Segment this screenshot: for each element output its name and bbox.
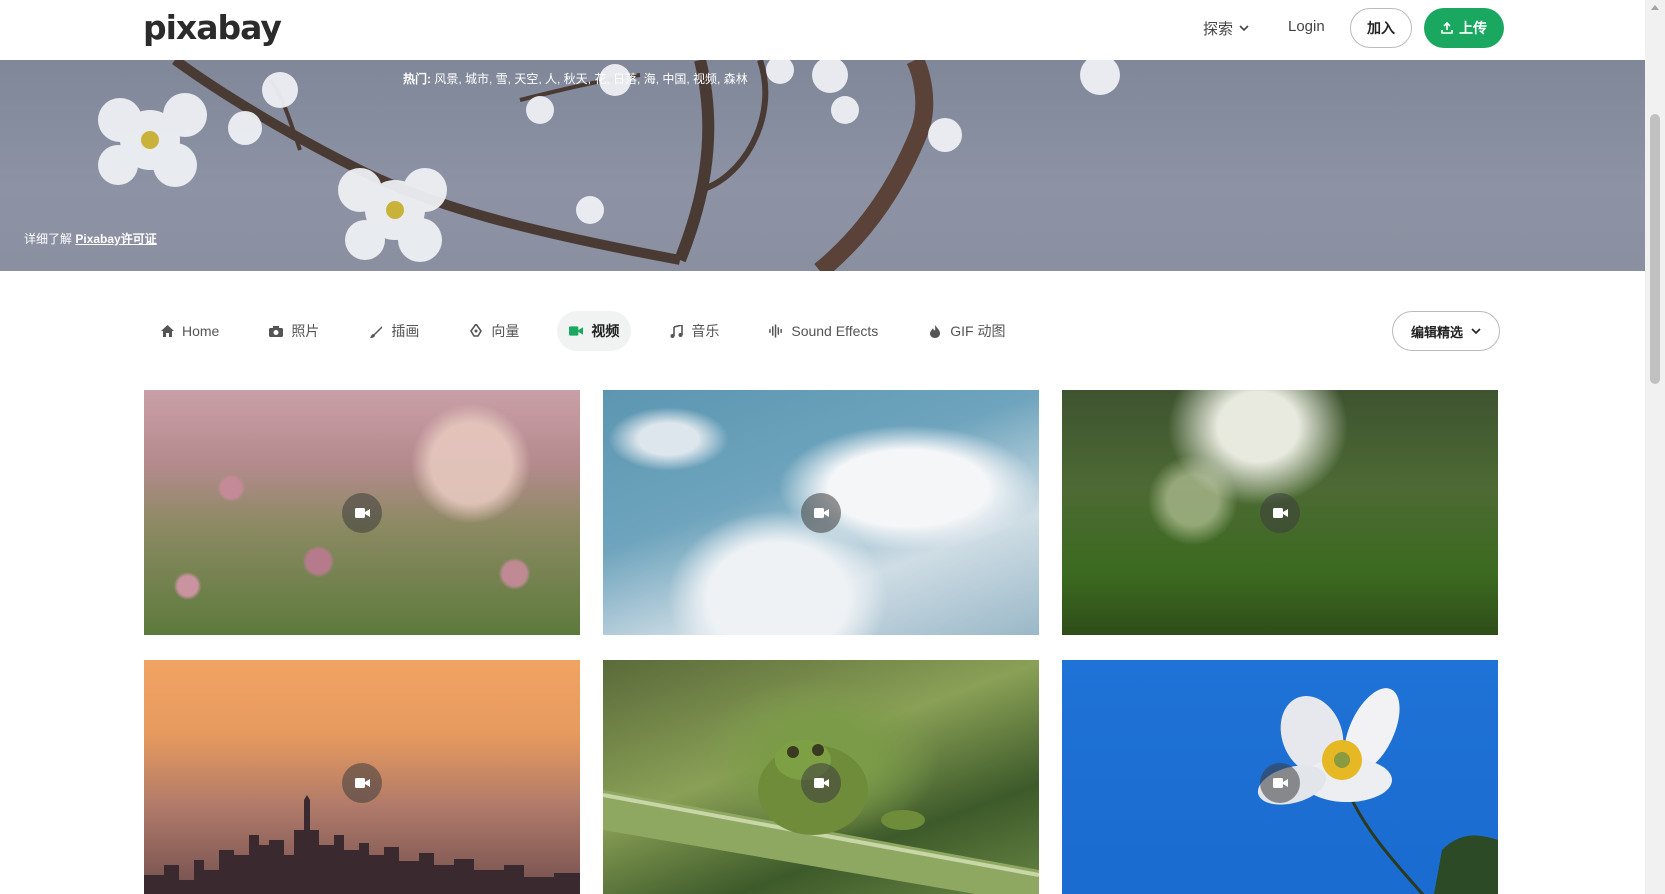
tab-label: 视频: [591, 323, 620, 339]
waveform-icon: [769, 324, 783, 338]
flame-icon: [928, 324, 942, 338]
sort-label: 编辑精选: [1410, 324, 1463, 340]
video-card-frog[interactable]: [603, 660, 1039, 894]
scrollbar-thumb[interactable]: [1650, 114, 1660, 384]
page-scrollbar[interactable]: [1645, 0, 1665, 894]
login-link[interactable]: Login: [1288, 18, 1325, 35]
tab-sound-effects[interactable]: Sound Effects: [757, 311, 890, 351]
blossom-branch-image: [98, 60, 1120, 271]
tab-gifs[interactable]: GIF 动图: [916, 311, 1017, 351]
tab-label: 插画: [391, 323, 420, 339]
music-note-icon: [669, 324, 683, 338]
pixabay-logo[interactable]: pixabay: [143, 8, 282, 47]
tab-photos[interactable]: 照片: [257, 311, 331, 351]
top-header: pixabay 探索 Login 加入 上传: [0, 0, 1645, 60]
video-camera-icon: [1260, 762, 1300, 803]
brush-icon: [369, 324, 383, 338]
explore-label: 探索: [1203, 21, 1234, 38]
license-prefix: 详细了解: [24, 232, 73, 246]
sort-dropdown[interactable]: 编辑精选: [1392, 311, 1500, 351]
video-card-city-sunset[interactable]: [144, 660, 580, 894]
tab-label: 音乐: [691, 323, 720, 339]
trending-searches: 热门: 风景, 城市, 雪, 天空, 人, 秋天, 花, 日落, 海, 中国, …: [403, 70, 748, 87]
tab-music[interactable]: 音乐: [657, 311, 731, 351]
tab-vectors[interactable]: 向量: [457, 311, 531, 351]
tab-home[interactable]: Home: [148, 311, 231, 351]
video-card-flowers[interactable]: [144, 390, 580, 635]
chevron-down-icon: [1471, 327, 1481, 334]
trending-label: 热门:: [403, 72, 431, 86]
camera-icon: [269, 324, 284, 338]
trending-terms[interactable]: 风景, 城市, 雪, 天空, 人, 秋天, 花, 日落, 海, 中国, 视频, …: [434, 72, 747, 86]
pen-tool-icon: [469, 324, 483, 338]
video-camera-icon: [342, 762, 382, 803]
video-camera-icon: [1260, 492, 1300, 533]
tab-videos[interactable]: 视频: [557, 311, 632, 351]
video-camera-icon: [801, 762, 841, 803]
upload-icon: [1441, 22, 1453, 34]
category-tabs: Home 照片 插画 向量 视频 音乐 Sound Effects GIF 动图: [148, 311, 1044, 351]
tab-illustrations[interactable]: 插画: [357, 311, 431, 351]
upload-button[interactable]: 上传: [1424, 8, 1504, 48]
tab-label: 照片: [291, 323, 320, 339]
video-camera-icon: [342, 492, 382, 533]
home-icon: [160, 324, 174, 338]
tab-label: Home: [182, 323, 220, 339]
chevron-down-icon: [1239, 25, 1249, 32]
video-card-grass[interactable]: [1062, 390, 1498, 635]
tab-label: Sound Effects: [791, 323, 879, 339]
tab-label: 向量: [491, 323, 520, 339]
video-icon: [569, 324, 584, 338]
license-link[interactable]: Pixabay许可证: [75, 232, 156, 246]
city-skyline-image: [144, 795, 580, 894]
join-button[interactable]: 加入: [1350, 8, 1412, 48]
license-info: 详细了解 Pixabay许可证: [24, 230, 157, 247]
hero-banner: 热门: 风景, 城市, 雪, 天空, 人, 秋天, 花, 日落, 海, 中国, …: [0, 60, 1645, 271]
scroll-up-arrow-icon[interactable]: [1651, 5, 1659, 10]
video-card-white-flower[interactable]: [1062, 660, 1498, 894]
upload-label: 上传: [1459, 20, 1487, 36]
video-camera-icon: [801, 492, 841, 533]
video-card-clouds[interactable]: [603, 390, 1039, 635]
explore-menu[interactable]: 探索: [1203, 18, 1249, 39]
tab-label: GIF 动图: [950, 323, 1006, 339]
